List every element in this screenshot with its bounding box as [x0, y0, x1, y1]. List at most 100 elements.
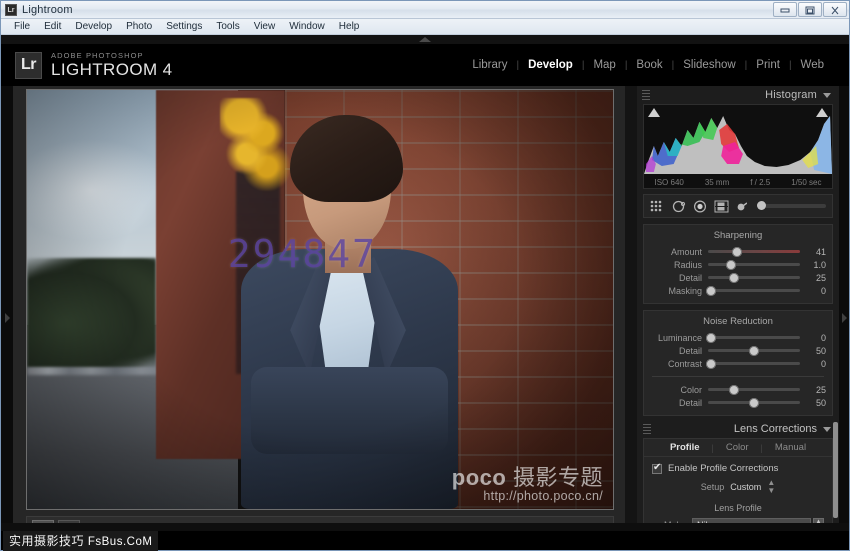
grid-overlay-icon[interactable]: [650, 200, 665, 212]
menu-photo[interactable]: Photo: [119, 20, 159, 33]
nr-color-slider[interactable]: [708, 384, 800, 395]
sharpening-masking-slider[interactable]: [705, 285, 800, 296]
stepper-icon[interactable]: ▲▼: [767, 479, 775, 495]
setup-row: Setup Custom ▲ ▼: [644, 476, 832, 496]
panel-switch-icon[interactable]: [643, 424, 651, 434]
chevron-down-icon[interactable]: [823, 92, 831, 98]
statusbar: 实用摄影技巧 FsBus.CoM: [1, 530, 849, 551]
menu-view[interactable]: View: [247, 20, 283, 33]
menu-edit[interactable]: Edit: [37, 20, 68, 33]
poco-watermark: poco 摄影专题 http://photo.poco.cn/: [452, 467, 603, 504]
slider-value: 50: [815, 397, 826, 408]
module-book[interactable]: Book: [627, 59, 671, 71]
chevron-down-icon[interactable]: [823, 426, 831, 432]
menu-settings[interactable]: Settings: [159, 20, 209, 33]
noise-reduction-section: Noise Reduction Luminance 0 Detail 50 Co…: [643, 310, 833, 416]
histogram-iso: ISO 640: [654, 178, 684, 187]
module-library[interactable]: Library: [463, 59, 516, 71]
menubar: File Edit Develop Photo Settings Tools V…: [1, 19, 849, 35]
tab-profile[interactable]: Profile: [662, 442, 708, 453]
slider-row-nr-luminance: Luminance 0: [644, 331, 832, 344]
poco-brand: poco: [451, 465, 507, 490]
develop-tool-strip: [643, 194, 833, 218]
close-button[interactable]: [823, 2, 847, 17]
slider-value: 1.0: [813, 259, 826, 270]
histogram-focal: 35 mm: [704, 178, 730, 187]
graduated-filter-icon[interactable]: [714, 200, 730, 213]
panel-switch-icon[interactable]: [642, 90, 650, 100]
histogram-curve: [644, 116, 832, 174]
menu-file[interactable]: File: [7, 20, 37, 33]
identity-plate[interactable]: Lr ADOBE PHOTOSHOP LIGHTROOM 4: [15, 51, 173, 79]
identity-title: LIGHTROOM 4: [51, 60, 173, 79]
slider-label: Detail: [678, 272, 702, 283]
slider-row-nr-color-detail: Detail 50: [644, 396, 832, 409]
setup-value[interactable]: Custom: [730, 482, 761, 492]
histogram[interactable]: ISO 640 35 mm f / 2.5 1/50 sec: [643, 104, 833, 189]
slider-label: Detail: [678, 345, 702, 356]
window-controls: [773, 2, 847, 17]
slider-row-sharpening-amount: Amount 41: [644, 245, 832, 258]
nr-detail-slider[interactable]: [708, 345, 800, 356]
setup-label: Setup: [700, 482, 725, 492]
window-titlebar: Lr Lightroom: [1, 1, 849, 19]
red-eye-icon[interactable]: [693, 199, 707, 213]
sharpening-amount-slider[interactable]: [708, 246, 800, 257]
top-panel-collapse-bar[interactable]: [1, 35, 849, 44]
right-panel-collapse-rail[interactable]: [839, 86, 849, 550]
tab-color[interactable]: Color: [718, 442, 757, 453]
nr-contrast-slider[interactable]: [705, 358, 800, 369]
lens-corrections-header[interactable]: Lens Corrections: [643, 423, 833, 435]
photo-image: 294847 poco 摄影专题 http://photo.poco.cn/: [27, 90, 613, 509]
slider-label: Radius: [673, 259, 702, 270]
sharpening-title: Sharpening: [713, 230, 763, 241]
module-web[interactable]: Web: [792, 59, 833, 71]
module-header: Lr ADOBE PHOTOSHOP LIGHTROOM 4 Library |…: [1, 44, 849, 86]
slider-row-nr-contrast: Contrast 0: [644, 357, 832, 370]
minimize-button[interactable]: [773, 2, 797, 17]
adjustment-brush-icon[interactable]: [737, 201, 747, 212]
identity-text: ADOBE PHOTOSHOP LIGHTROOM 4: [51, 51, 173, 79]
chevron-right-icon: [841, 313, 847, 323]
menu-window[interactable]: Window: [282, 20, 332, 33]
menu-develop[interactable]: Develop: [68, 20, 119, 33]
nr-color-detail-slider[interactable]: [708, 397, 800, 408]
slider-value: 0: [820, 332, 826, 343]
histogram-header[interactable]: Histogram: [637, 86, 839, 104]
slider-value: 25: [815, 384, 826, 395]
poco-url: http://photo.poco.cn/: [483, 489, 603, 503]
left-panel-collapse-rail[interactable]: [1, 86, 13, 550]
module-print[interactable]: Print: [747, 59, 789, 71]
right-panel-scrollbar[interactable]: [833, 422, 838, 518]
poco-brand-line: poco 摄影专题: [452, 467, 603, 489]
photo-frame[interactable]: 294847 poco 摄影专题 http://photo.poco.cn/: [26, 89, 614, 510]
maximize-button[interactable]: [798, 2, 822, 17]
nr-luminance-slider[interactable]: [705, 332, 800, 343]
checkbox-checked-icon[interactable]: [652, 462, 662, 474]
menu-help[interactable]: Help: [332, 20, 367, 33]
lightroom-window: Lr Lightroom File Edit Develop Photo Set…: [0, 0, 850, 551]
module-slideshow[interactable]: Slideshow: [674, 59, 744, 71]
slider-value: 50: [815, 345, 826, 356]
watermark-number: 294847: [227, 232, 378, 277]
brush-size-slider[interactable]: [757, 201, 826, 210]
slider-label: Amount: [670, 246, 702, 257]
histogram-metadata: ISO 640 35 mm f / 2.5 1/50 sec: [644, 178, 832, 187]
enable-profile-corrections-row[interactable]: Enable Profile Corrections: [644, 457, 832, 476]
sharpening-radius-slider[interactable]: [708, 259, 800, 270]
tab-manual[interactable]: Manual: [767, 442, 814, 453]
right-panel: Histogram ISO 640 35 mm f / 2.5 1/50 sec…: [637, 86, 839, 550]
sharpening-detail-slider[interactable]: [708, 272, 800, 283]
lens-corrections-tabs: Profile | Color | Manual: [644, 439, 832, 457]
module-develop[interactable]: Develop: [519, 59, 582, 71]
poco-cn-label: 摄影专题: [512, 465, 603, 490]
spot-removal-icon[interactable]: [672, 200, 686, 213]
module-map[interactable]: Map: [584, 59, 624, 71]
lightroom-badge-icon: Lr: [15, 51, 42, 79]
slider-value: 41: [815, 246, 826, 257]
histogram-aperture: f / 2.5: [750, 178, 771, 187]
slider-label: Color: [680, 384, 702, 395]
maximize-icon: [805, 6, 815, 15]
slider-value: 25: [815, 272, 826, 283]
menu-tools[interactable]: Tools: [209, 20, 246, 33]
